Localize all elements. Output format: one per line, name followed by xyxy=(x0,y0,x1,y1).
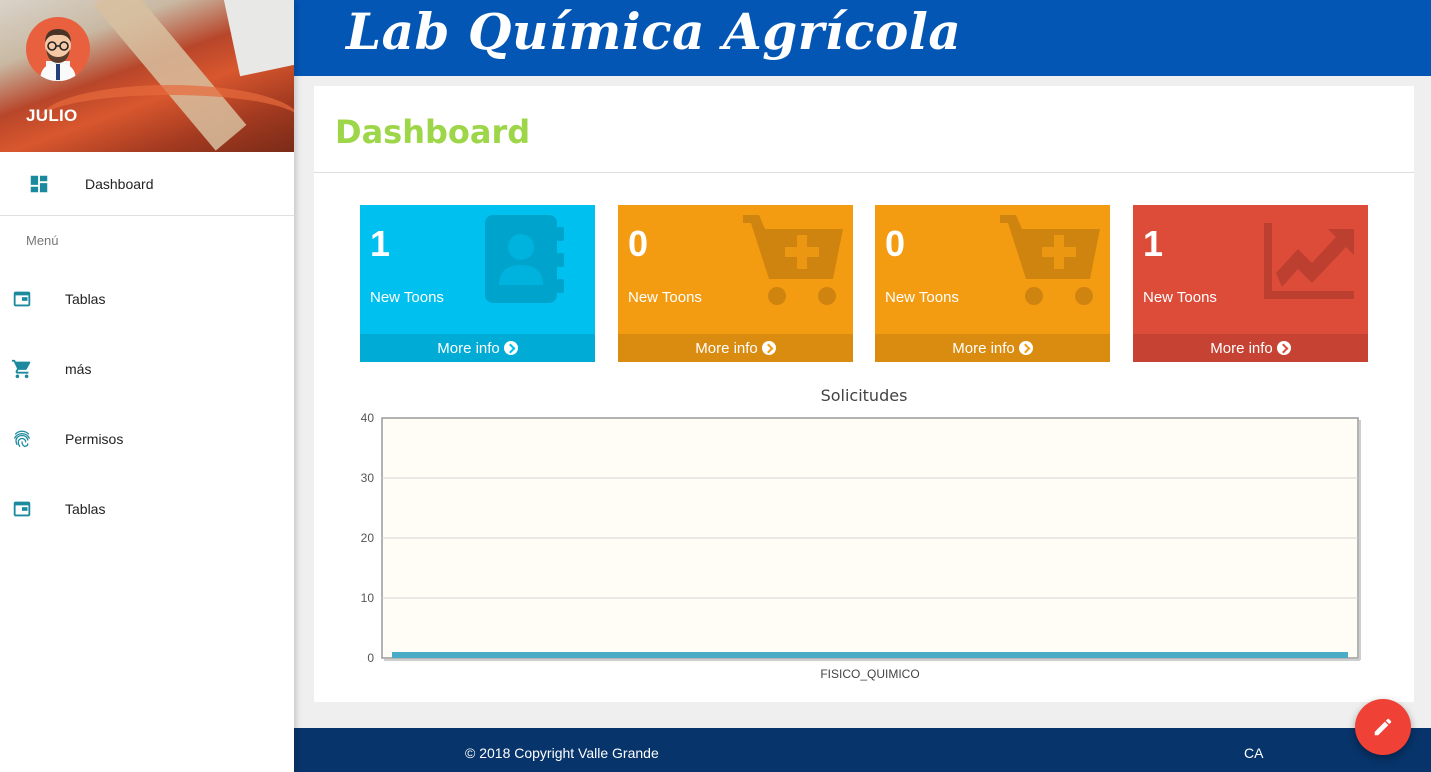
y-tick-label: 10 xyxy=(361,591,375,605)
profile-banner: JULIO xyxy=(0,0,294,152)
stat-value: 1 xyxy=(370,223,391,264)
sidebar-item-tablas[interactable]: Tablas xyxy=(0,264,294,334)
sidebar-item-label: Tablas xyxy=(65,501,106,517)
chart-title: Solicitudes xyxy=(820,386,908,405)
dashboard-card: Dashboard 1 New Toons More info 0 New To… xyxy=(314,86,1414,702)
dashboard-icon xyxy=(30,175,48,192)
copyright-text: © 2018 Copyright Valle Grande xyxy=(465,745,659,761)
stat-box-1: 1 New Toons More info xyxy=(360,205,595,362)
menu-section-label: Menú xyxy=(26,233,59,248)
bar xyxy=(392,652,1348,658)
y-tick-label: 40 xyxy=(361,411,375,425)
more-info-label: More info xyxy=(437,339,500,357)
trending-up-icon xyxy=(1264,223,1354,299)
x-tick-label: FISICO_QUIMICO xyxy=(820,667,919,681)
sidebar-item-tablas-2[interactable]: Tablas xyxy=(0,474,294,544)
stat-label: New Toons xyxy=(370,289,444,306)
sidebar: JULIO Dashboard Menú Tablas más Permisos… xyxy=(0,0,294,772)
contacts-book-icon xyxy=(485,215,564,303)
arrow-circle-right-icon xyxy=(761,341,776,355)
stat-box-3: 0 New Toons More info xyxy=(875,205,1110,362)
username: JULIO xyxy=(26,106,78,125)
sidebar-item-mas[interactable]: más xyxy=(0,334,294,404)
divider xyxy=(314,172,1414,173)
arrow-circle-right-icon xyxy=(503,341,518,355)
cart-plus-icon xyxy=(1000,215,1100,305)
stat-value: 1 xyxy=(1143,223,1164,264)
more-info-link[interactable]: More info xyxy=(618,334,853,362)
footer-right-text: CA xyxy=(1244,745,1264,761)
fingerprint-icon xyxy=(14,430,30,448)
more-info-label: More info xyxy=(952,339,1015,357)
stat-label: New Toons xyxy=(885,289,959,306)
cart-plus-icon xyxy=(743,215,843,305)
web-asset-icon xyxy=(13,291,31,307)
more-info-link[interactable]: More info xyxy=(1133,334,1368,362)
more-info-label: More info xyxy=(1210,339,1273,357)
avatar[interactable] xyxy=(26,17,90,81)
sidebar-item-label: Tablas xyxy=(65,291,106,307)
page-title: Dashboard xyxy=(335,113,531,151)
web-asset-icon xyxy=(13,501,31,517)
arrow-circle-right-icon xyxy=(1276,341,1291,355)
stat-value: 0 xyxy=(885,223,906,264)
more-info-label: More info xyxy=(695,339,758,357)
brand-title[interactable]: Lab Química Agrícola xyxy=(346,2,961,61)
more-info-link[interactable]: More info xyxy=(360,334,595,362)
sidebar-item-dashboard[interactable]: Dashboard xyxy=(0,152,294,216)
solicitudes-chart: 0 10 20 30 40 FISICO_QUIMICO xyxy=(361,411,1361,681)
page-footer: © 2018 Copyright Valle Grande CA xyxy=(294,728,1431,772)
y-tick-label: 30 xyxy=(361,471,375,485)
cart-icon xyxy=(11,359,31,379)
sidebar-item-label: Dashboard xyxy=(85,175,154,192)
stat-label: New Toons xyxy=(628,289,702,306)
sidebar-item-permisos[interactable]: Permisos xyxy=(0,404,294,474)
stat-box-4: 1 New Toons More info xyxy=(1133,205,1368,362)
sidebar-item-label: Permisos xyxy=(65,431,124,447)
sidebar-item-label: más xyxy=(65,361,92,377)
stat-value: 0 xyxy=(628,223,649,264)
pencil-icon xyxy=(1374,718,1392,736)
more-info-link[interactable]: More info xyxy=(875,334,1110,362)
y-tick-label: 0 xyxy=(367,651,374,665)
y-tick-label: 20 xyxy=(361,531,375,545)
top-header: Lab Química Agrícola xyxy=(294,0,1431,76)
stat-label: New Toons xyxy=(1143,289,1217,306)
stat-box-2: 0 New Toons More info xyxy=(618,205,853,362)
arrow-circle-right-icon xyxy=(1018,341,1033,355)
edit-fab-button[interactable] xyxy=(1355,699,1411,755)
